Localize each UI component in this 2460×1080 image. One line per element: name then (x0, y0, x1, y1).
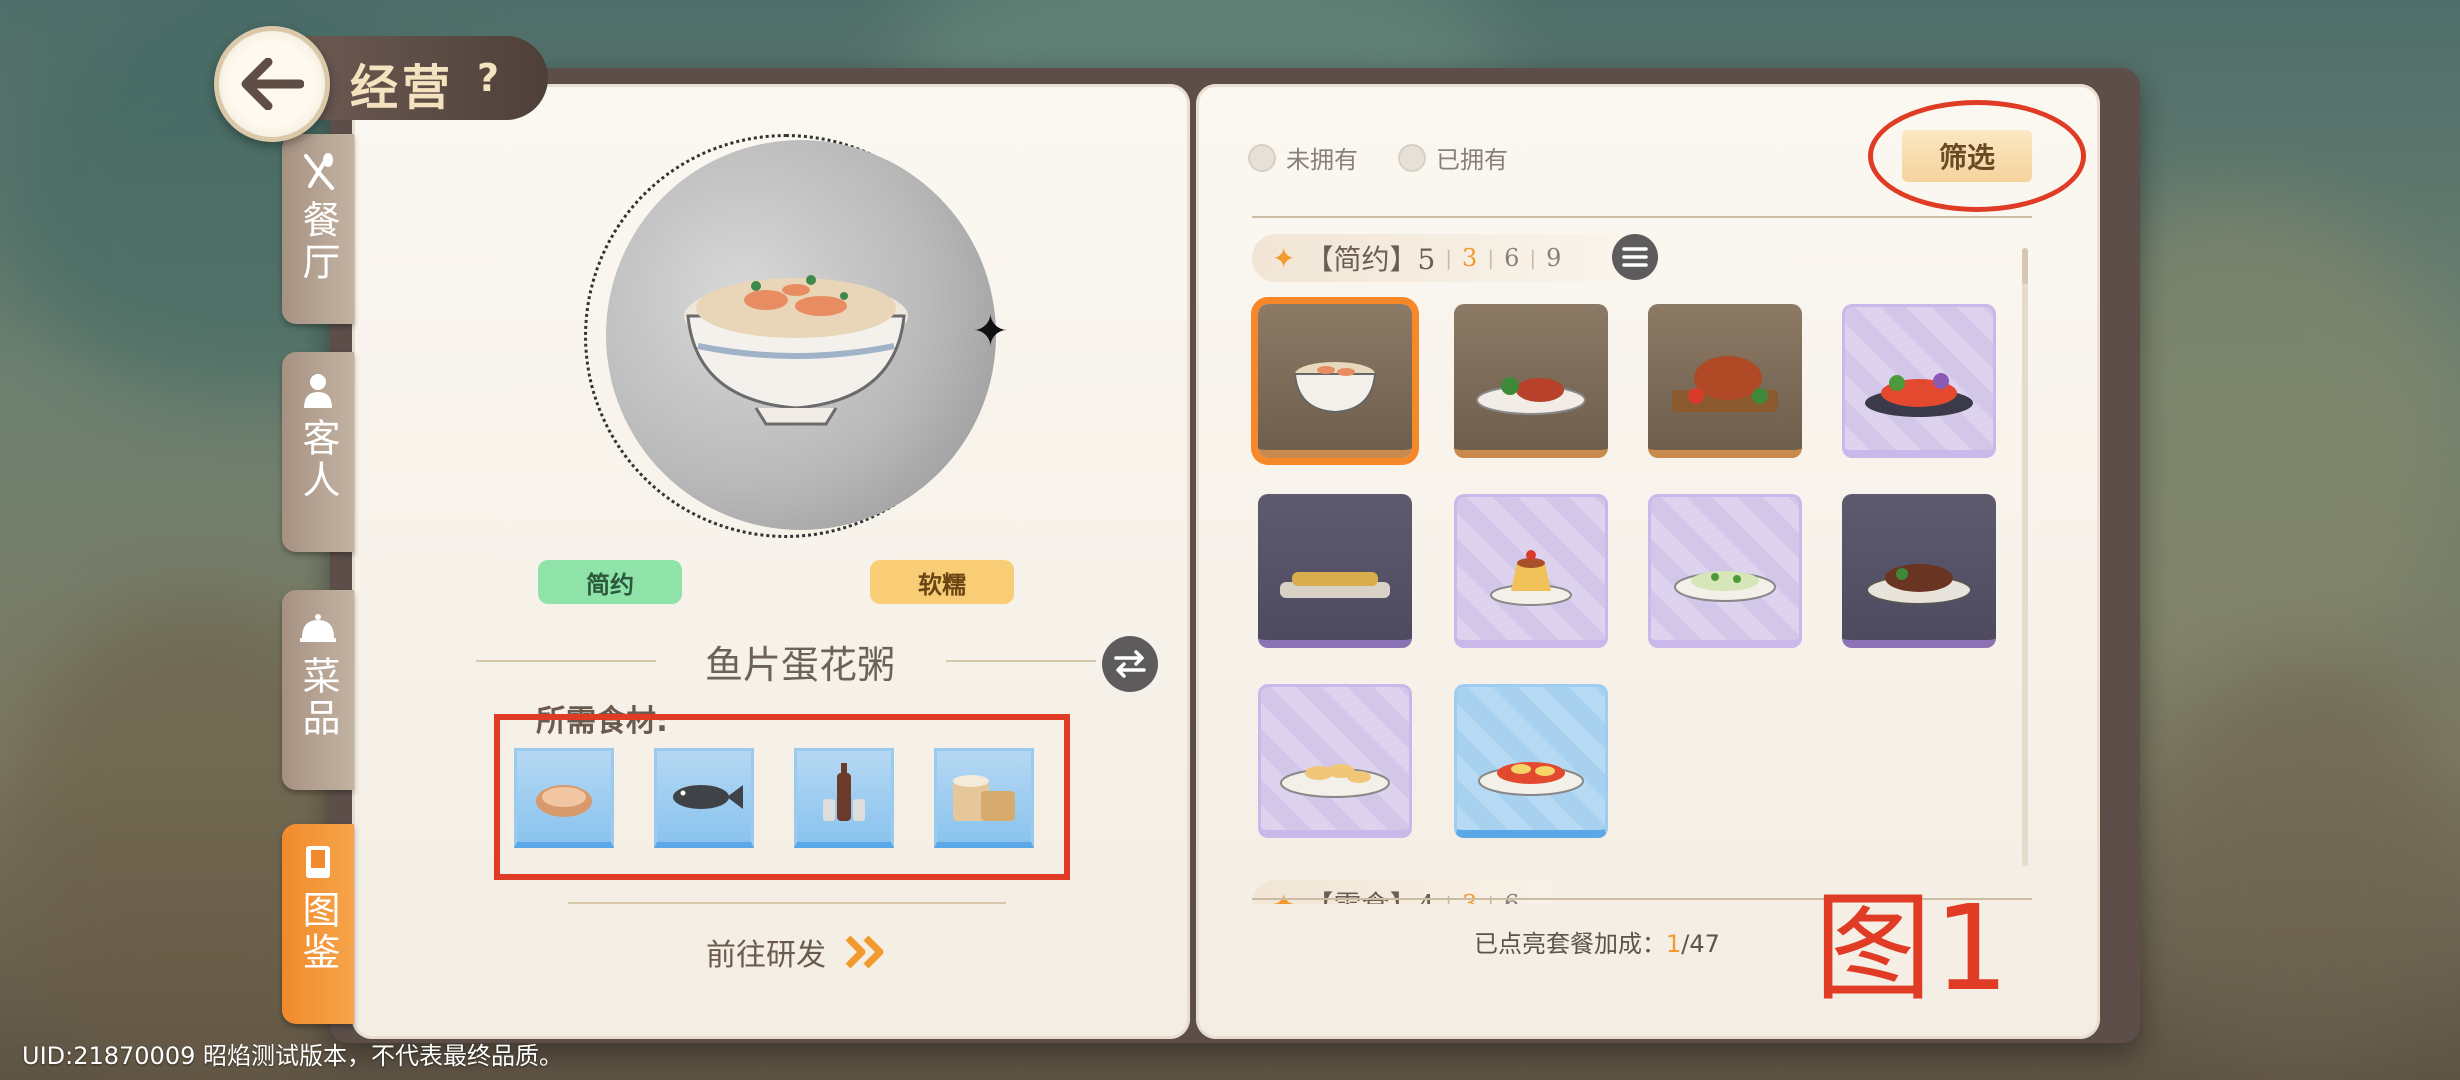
braised-meat-icon (1866, 564, 1972, 605)
goto-label: 前往研发 (706, 938, 826, 973)
dish-name: 鱼片蛋花粥 (704, 643, 895, 687)
recipe-card[interactable] (1454, 494, 1608, 648)
sparkle-icon: ✦ (972, 306, 1009, 357)
utensils-icon (304, 153, 334, 190)
level-filter[interactable]: 9 (1546, 244, 1561, 272)
tab-label: 餐厅 (296, 200, 340, 284)
tab-dishes[interactable]: 菜品 (282, 590, 354, 790)
star-icon: ✦ (1272, 887, 1296, 905)
filter-owned-label: 已拥有 (1436, 146, 1508, 174)
goto-research-button[interactable]: 前往研发 (706, 930, 892, 974)
tomato-egg-icon (1478, 762, 1584, 796)
set-bonus-progress: 已点亮套餐加成：1/47 (1474, 924, 1720, 959)
divider (568, 902, 1006, 904)
recipe-card[interactable] (1454, 304, 1608, 458)
recipe-card[interactable] (1258, 494, 1412, 648)
double-chevron-right-icon (845, 935, 884, 969)
bonus-label: 已点亮套餐加成： (1474, 930, 1666, 958)
stir-fry-plate-icon (1476, 377, 1586, 415)
porridge-bowl-icon (1293, 362, 1377, 414)
recipe-card[interactable] (1648, 304, 1802, 458)
dumplings-plate-icon (1280, 764, 1390, 798)
filter-not-owned-label: 未拥有 (1286, 146, 1358, 174)
salad-plate-icon (1674, 571, 1776, 602)
level-filter[interactable]: 6 (1504, 244, 1519, 272)
level-filter[interactable]: 3 (1462, 890, 1477, 904)
help-button[interactable]: ? (464, 54, 512, 102)
recipe-card[interactable] (1842, 494, 1996, 648)
separator: | (1487, 246, 1495, 270)
seasoning-bottles-icon (823, 763, 865, 821)
book-icon (306, 846, 330, 878)
star-icon: ✦ (1272, 241, 1296, 275)
tab-label: 客人 (296, 418, 340, 502)
ingredient-slot[interactable] (794, 748, 894, 848)
dish-preview (606, 140, 996, 530)
annotation-ellipse-filter (1868, 100, 2086, 212)
divider (1252, 216, 2032, 218)
category-name: 【简约】5 (1305, 243, 1436, 276)
page-title: 经营 (350, 60, 455, 116)
rice-sack-icon (953, 775, 1015, 821)
uid-watermark: UID:21870009 昭焰测试版本，不代表最终品质。 (22, 1042, 563, 1070)
level-filter[interactable]: 3 (1462, 244, 1477, 272)
ingredient-slot[interactable] (654, 748, 754, 848)
dish-tag-texture: 软糯 (870, 560, 1014, 604)
dish-tag-style: 简约 (538, 560, 682, 604)
recipe-card[interactable] (1842, 304, 1996, 458)
tab-guests[interactable]: 客人 (282, 352, 354, 552)
recipe-card[interactable] (1454, 684, 1608, 838)
scrollbar[interactable] (2022, 248, 2028, 866)
bonus-current: 1 (1666, 930, 1682, 958)
category-name: 【零食】4 (1305, 884, 1435, 904)
tab-collection[interactable]: 图鉴 (282, 824, 354, 1024)
radio-icon (1248, 143, 1276, 172)
swap-arrows-icon (1114, 650, 1146, 678)
filter-owned[interactable]: 已拥有 (1398, 140, 1508, 175)
arrow-left-icon (241, 58, 304, 110)
ingredient-slot[interactable] (934, 748, 1034, 848)
tab-label: 图鉴 (296, 890, 340, 974)
category-header: ✦ 【简约】5 | 3 | 6 | 9 (1252, 234, 1672, 282)
fried-dish-icon (1280, 572, 1390, 598)
person-icon (304, 374, 332, 408)
recipe-card[interactable] (1648, 494, 1802, 648)
roast-duck-icon (1672, 356, 1778, 412)
category-header: ✦ 【零食】4 | 3 | 6 (1252, 880, 1552, 904)
porridge-bowl-icon (684, 275, 908, 426)
scrollbar-thumb[interactable] (2022, 248, 2028, 284)
separator: | (1529, 246, 1537, 270)
filter-not-owned[interactable]: 未拥有 (1248, 140, 1358, 175)
pudding-icon (1490, 550, 1572, 606)
shrimp-icon (536, 785, 592, 817)
level-filter[interactable]: 6 (1504, 890, 1519, 904)
back-button[interactable] (214, 26, 330, 142)
swap-button[interactable] (1102, 636, 1158, 692)
recipe-card[interactable] (1258, 684, 1412, 838)
category-list-button[interactable] (1612, 234, 1658, 280)
recipe-card[interactable] (1251, 297, 1419, 465)
tab-restaurant[interactable]: 餐厅 (282, 134, 354, 324)
figure-annotation-label: 图1 (1814, 879, 2012, 1017)
dish-cover-icon (300, 614, 336, 642)
fish-icon (673, 785, 743, 809)
bonus-total: /47 (1681, 930, 1720, 958)
separator: | (1445, 246, 1453, 270)
tab-label: 菜品 (296, 656, 340, 740)
ingredient-slot[interactable] (514, 748, 614, 848)
vegetable-dish-icon (1865, 373, 1973, 417)
list-icon (1622, 247, 1648, 267)
radio-icon (1398, 143, 1426, 172)
